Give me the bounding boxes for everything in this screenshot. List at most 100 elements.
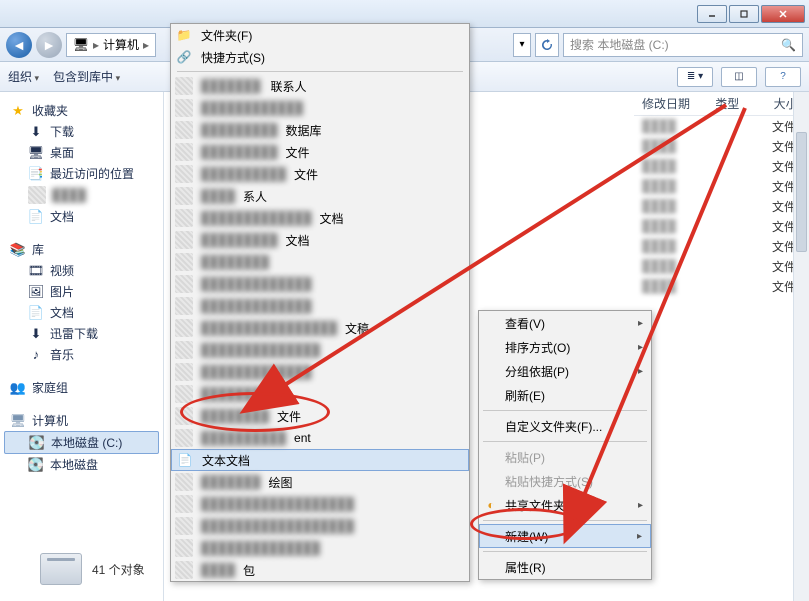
- sidebar-item-downloads[interactable]: ⬇下载: [0, 121, 163, 142]
- download-icon: ⬇: [28, 124, 44, 140]
- blurred-icon: [175, 495, 193, 513]
- submenu-item[interactable]: ████████████████文稿: [171, 317, 469, 339]
- column-headers[interactable]: 修改日期 类型 大小: [634, 92, 809, 116]
- computer-icon: 🖥: [73, 37, 89, 53]
- submenu-item[interactable]: █████████████: [171, 361, 469, 383]
- submenu-folder[interactable]: 📁文件夹(F): [171, 24, 469, 46]
- submenu-item[interactable]: █████████文档: [171, 229, 469, 251]
- submenu-item[interactable]: ████████████: [171, 97, 469, 119]
- music-icon: ♪: [28, 347, 44, 363]
- submenu-item[interactable]: ██████████████: [171, 339, 469, 361]
- sidebar-item-documents[interactable]: 📄文档: [0, 206, 163, 227]
- file-rows: ████文件夹 ████文件夹 ████文件夹 ████文件夹 ████文件夹 …: [634, 116, 809, 296]
- search-input[interactable]: 搜索 本地磁盘 (C:) 🔍: [563, 33, 803, 57]
- breadcrumb-seg[interactable]: 计算机: [103, 36, 139, 53]
- sidebar-computer-header[interactable]: 🖥计算机: [0, 410, 163, 431]
- ctx-refresh[interactable]: 刷新(E): [479, 383, 651, 407]
- sidebar-item-xunlei[interactable]: ⬇迅雷下载: [0, 323, 163, 344]
- sidebar-item-music[interactable]: ♪音乐: [0, 344, 163, 365]
- organize-menu[interactable]: 组织: [8, 68, 39, 85]
- ctx-share-sync[interactable]: ◐共享文件夹同步▸: [479, 493, 651, 517]
- close-button[interactable]: [761, 5, 805, 23]
- submenu-item[interactable]: ████系人: [171, 185, 469, 207]
- nav-back-button[interactable]: ◄: [6, 32, 32, 58]
- submenu-item[interactable]: ███████绘图: [171, 471, 469, 493]
- table-row[interactable]: ████文件夹: [634, 136, 809, 156]
- ctx-group[interactable]: 分组依据(P)▸: [479, 359, 651, 383]
- table-row[interactable]: ████文件夹: [634, 236, 809, 256]
- sidebar-item-docs[interactable]: 📄文档: [0, 302, 163, 323]
- sidebar-favorites-header[interactable]: ★收藏夹: [0, 100, 163, 121]
- history-dropdown-button[interactable]: ▾: [513, 33, 531, 57]
- submenu-item[interactable]: ███████联系人: [171, 75, 469, 97]
- sidebar-item-blurred[interactable]: ████: [0, 184, 163, 206]
- table-row[interactable]: ████文件夹: [634, 116, 809, 136]
- ctx-new[interactable]: 新建(W)▸: [479, 524, 651, 548]
- submenu-item[interactable]: █████████数据库: [171, 119, 469, 141]
- table-row[interactable]: ████文件夹: [634, 276, 809, 296]
- blurred-icon: [175, 209, 193, 227]
- chevron-right-icon: ▸: [638, 342, 643, 353]
- table-row[interactable]: ████文件夹: [634, 256, 809, 276]
- ctx-sort[interactable]: 排序方式(O)▸: [479, 335, 651, 359]
- submenu-text-document[interactable]: 📄文本文档: [171, 449, 469, 471]
- sidebar-homegroup-header[interactable]: 👥家庭组: [0, 377, 163, 398]
- preview-pane-button[interactable]: ◫: [721, 67, 757, 87]
- col-type[interactable]: 类型: [707, 95, 765, 112]
- nav-forward-button[interactable]: ►: [36, 32, 62, 58]
- drive-icon: 💽: [28, 457, 44, 473]
- vertical-scrollbar[interactable]: [793, 92, 809, 601]
- submenu-item[interactable]: █████████████: [171, 295, 469, 317]
- homegroup-icon: 👥: [10, 380, 26, 396]
- ctx-paste: 粘贴(P): [479, 445, 651, 469]
- table-row[interactable]: ████文件夹: [634, 176, 809, 196]
- minimize-button[interactable]: [697, 5, 727, 23]
- submenu-shortcut[interactable]: 🔗快捷方式(S): [171, 46, 469, 68]
- sidebar-item-pictures[interactable]: 🖼图片: [0, 281, 163, 302]
- views-button[interactable]: ≣ ▾: [677, 67, 713, 87]
- table-row[interactable]: ████文件夹: [634, 196, 809, 216]
- folder-icon: 📁: [175, 26, 193, 44]
- table-row[interactable]: ████文件夹: [634, 156, 809, 176]
- submenu-item[interactable]: ████包: [171, 559, 469, 581]
- help-button[interactable]: ?: [765, 67, 801, 87]
- blurred-icon: [175, 319, 193, 337]
- sidebar-item-drive-c[interactable]: 💽本地磁盘 (C:): [4, 431, 159, 454]
- breadcrumb[interactable]: 🖥 ▸ 计算机 ▸: [66, 33, 156, 57]
- breadcrumb-sep: ▸: [143, 38, 149, 52]
- video-icon: 🎞: [28, 263, 44, 279]
- submenu-item[interactable]: ██████████: [171, 383, 469, 405]
- submenu-item[interactable]: █████████████文档: [171, 207, 469, 229]
- submenu-item[interactable]: ██████████████████: [171, 515, 469, 537]
- scrollbar-thumb[interactable]: [796, 132, 807, 252]
- col-date[interactable]: 修改日期: [634, 95, 707, 112]
- include-in-library-menu[interactable]: 包含到库中: [53, 68, 120, 85]
- refresh-button[interactable]: [535, 33, 559, 57]
- ctx-view[interactable]: 查看(V)▸: [479, 311, 651, 335]
- sidebar-libraries-header[interactable]: 📚库: [0, 239, 163, 260]
- submenu-item[interactable]: ████████文件: [171, 405, 469, 427]
- table-row[interactable]: ████文件夹: [634, 216, 809, 236]
- submenu-item[interactable]: █████████████: [171, 273, 469, 295]
- submenu-item[interactable]: █████████文件: [171, 141, 469, 163]
- blurred-icon: [175, 539, 193, 557]
- sidebar-item-recent[interactable]: 📑最近访问的位置: [0, 163, 163, 184]
- submenu-item[interactable]: ██████████████: [171, 537, 469, 559]
- blurred-icon: [175, 561, 193, 579]
- submenu-item[interactable]: ██████████ent: [171, 427, 469, 449]
- document-icon: 📄: [28, 305, 44, 321]
- submenu-item[interactable]: ████████: [171, 251, 469, 273]
- sidebar-item-drive[interactable]: 💽本地磁盘: [0, 454, 163, 475]
- chevron-right-icon: ▸: [638, 500, 643, 511]
- submenu-item[interactable]: ██████████████████: [171, 493, 469, 515]
- submenu-item[interactable]: ██████████文件: [171, 163, 469, 185]
- computer-icon: 🖥: [10, 413, 26, 429]
- blurred-icon: [175, 517, 193, 535]
- ctx-properties[interactable]: 属性(R): [479, 555, 651, 579]
- ctx-customize[interactable]: 自定义文件夹(F)...: [479, 414, 651, 438]
- sync-icon: ◐: [483, 497, 499, 513]
- sidebar-item-desktop[interactable]: 🖥桌面: [0, 142, 163, 163]
- maximize-button[interactable]: [729, 5, 759, 23]
- sidebar-item-videos[interactable]: 🎞视频: [0, 260, 163, 281]
- desktop-icon: 🖥: [28, 145, 44, 161]
